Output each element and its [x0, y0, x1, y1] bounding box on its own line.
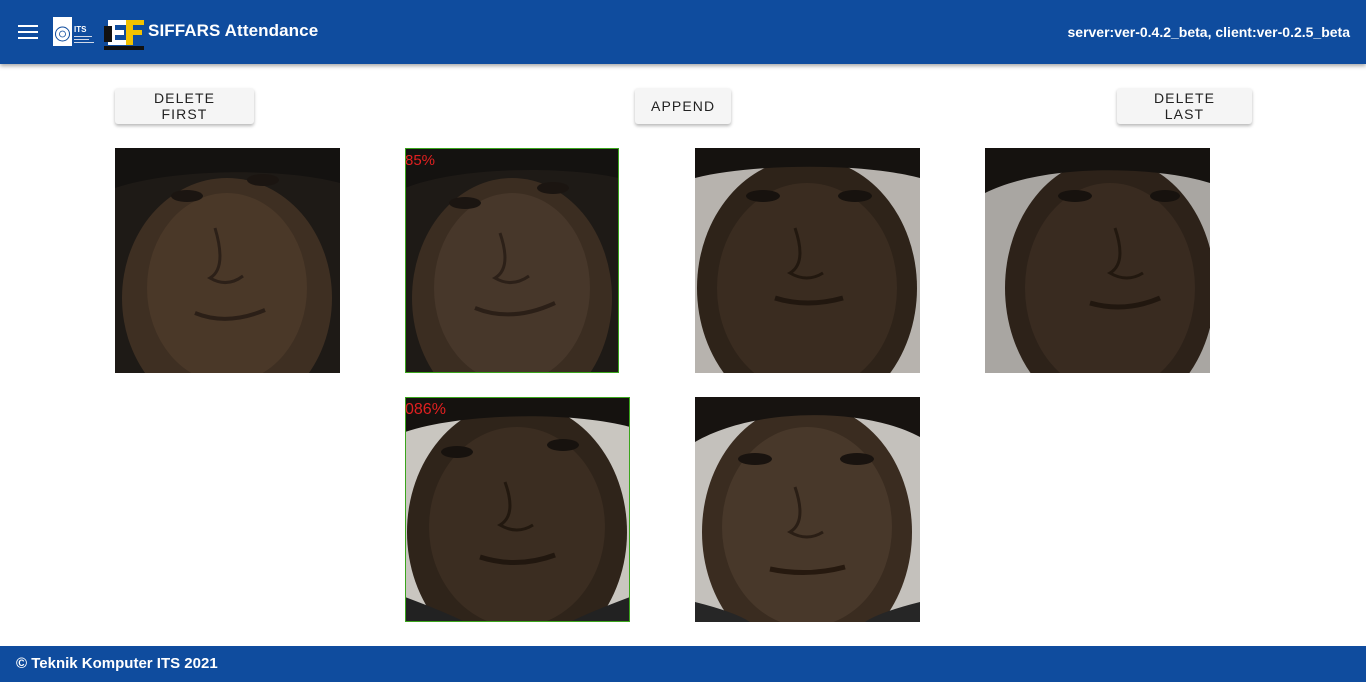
footer-copyright: © Teknik Komputer ITS 2021 — [16, 655, 218, 672]
version-info: server:ver-0.4.2_beta, client:ver-0.2.5_… — [1067, 24, 1351, 40]
confidence-label: 086% — [405, 401, 446, 418]
face-photo: 086% — [405, 397, 630, 622]
its-logo: ITS — [53, 17, 99, 47]
delete-last-button[interactable]: DELETE LAST — [1117, 88, 1252, 124]
footer: © Teknik Komputer ITS 2021 — [0, 646, 1366, 682]
hamburger-menu-icon[interactable] — [14, 18, 42, 46]
face-photo — [695, 148, 920, 373]
ef-logo — [104, 16, 146, 50]
append-button[interactable]: APPEND — [635, 88, 731, 124]
face-photo — [115, 148, 340, 373]
delete-first-button[interactable]: DELETE FIRST — [115, 88, 254, 124]
face-photo — [985, 148, 1210, 373]
confidence-label: 85% — [405, 152, 436, 169]
app-title: SIFFARS Attendance — [148, 21, 319, 40]
face-photo — [695, 397, 920, 622]
its-logo-text: ITS — [74, 25, 87, 34]
face-photo: 85% — [405, 148, 619, 373]
app-bar: ITS SIFFARS Attendance server:ver-0.4.2_… — [0, 0, 1366, 64]
